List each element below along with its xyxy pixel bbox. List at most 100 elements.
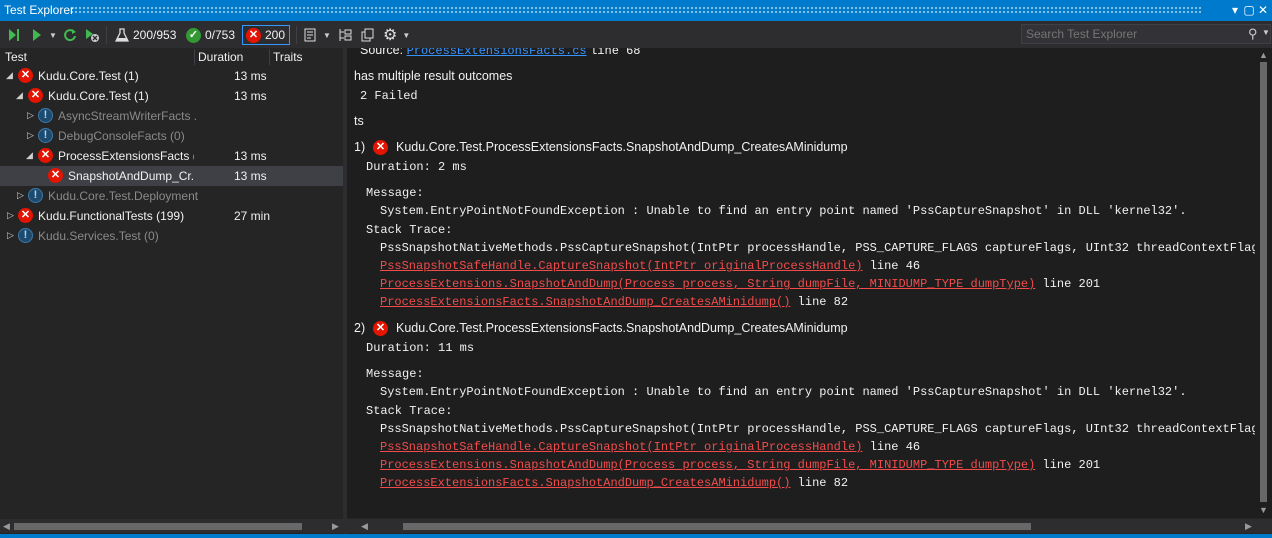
stack-frame: PssSnapshotSafeHandle.CaptureSnapshot(In… — [380, 259, 920, 273]
scroll-right-icon[interactable]: ▶ — [1245, 519, 1252, 533]
tree-row-label: SnapshotAndDump_Cr... — [68, 169, 194, 183]
column-divider[interactable] — [194, 49, 195, 65]
column-header-test[interactable]: Test — [5, 48, 27, 66]
tree-row-duration: 13 ms — [234, 89, 267, 103]
refresh-button[interactable] — [62, 25, 78, 45]
tree-row-label: Kudu.Core.Test (1) — [38, 69, 139, 83]
stack-frame-line: line 46 — [869, 440, 921, 454]
tree-row-processextensionsfacts[interactable]: ◢ ✕ ProcessExtensionsFacts (... 13 ms — [0, 146, 343, 166]
tree-row-duration: 13 ms — [234, 69, 267, 83]
playlist-dropdown-icon[interactable]: ▼ — [323, 31, 331, 40]
not-run-icon: ! — [38, 128, 53, 143]
drag-grip[interactable] — [70, 6, 1202, 14]
stack-frame-line: line 82 — [797, 295, 849, 309]
failed-icon: ✕ — [48, 168, 63, 183]
cancel-run-button[interactable] — [84, 25, 100, 45]
result-name: Kudu.Core.Test.ProcessExtensionsFacts.Sn… — [396, 321, 848, 335]
tree-horizontal-scrollbar[interactable]: ◀ ▶ — [0, 519, 343, 533]
settings-button[interactable]: ⚙ ▼ — [383, 25, 410, 45]
scroll-down-icon[interactable]: ▼ — [1259, 505, 1268, 515]
refresh-icon — [64, 29, 76, 42]
stack-frame-link[interactable]: PssSnapshotSafeHandle.CaptureSnapshot(In… — [380, 440, 862, 454]
copy-button[interactable] — [360, 25, 376, 45]
source-file-link[interactable]: ProcessExtensionsFacts.cs — [407, 48, 587, 58]
cancel-run-icon — [86, 29, 99, 42]
expand-arrow-icon[interactable]: ▷ — [27, 110, 34, 121]
failed-icon: ✕ — [373, 140, 388, 155]
run-button[interactable]: ▼ — [30, 25, 57, 45]
failed-icon: ✕ — [18, 68, 33, 83]
multiple-outcomes-text: has multiple result outcomes — [354, 69, 513, 83]
stack-frame-line: line 201 — [1042, 458, 1101, 472]
failed-tests-filter[interactable]: ✕ 200 — [242, 25, 290, 45]
collapse-arrow-icon[interactable]: ◢ — [6, 70, 13, 81]
stack-frame-link[interactable]: ProcessExtensions.SnapshotAndDump(Proces… — [380, 458, 1035, 472]
run-dropdown-icon[interactable]: ▼ — [49, 31, 57, 40]
run-all-button[interactable] — [6, 25, 22, 45]
tree-row-kudu-services-test[interactable]: ▷ ! Kudu.Services.Test (0) — [0, 226, 343, 246]
collapse-arrow-icon[interactable]: ◢ — [26, 150, 33, 161]
search-dropdown-icon[interactable]: ▼ — [1262, 28, 1270, 37]
tree-row-debugconsolefacts[interactable]: ▷ ! DebugConsoleFacts (0) — [0, 126, 343, 146]
tree-row-label: Kudu.FunctionalTests (199) — [38, 209, 185, 223]
scroll-up-icon[interactable]: ▲ — [1259, 50, 1268, 60]
gear-icon: ⚙ — [383, 27, 398, 44]
column-header-traits[interactable]: Traits — [273, 48, 303, 66]
stack-frame-link[interactable]: ProcessExtensionsFacts.SnapshotAndDump_C… — [380, 295, 790, 309]
close-icon[interactable]: ✕ — [1255, 2, 1271, 18]
tree-row-kudu-functionaltests[interactable]: ▷ ✕ Kudu.FunctionalTests (199) 27 min — [0, 206, 343, 226]
tree-row-label: DebugConsoleFacts (0) — [58, 129, 185, 143]
tree-row-asyncstreamwriterfacts[interactable]: ▷ ! AsyncStreamWriterFacts ... — [0, 106, 343, 126]
scroll-left-icon[interactable]: ◀ — [3, 519, 10, 533]
search-input[interactable] — [1026, 27, 1241, 41]
stack-trace-label: Stack Trace: — [366, 223, 453, 237]
test-detail-pane: Source: ProcessExtensionsFacts.cs line 6… — [347, 48, 1255, 518]
scroll-right-icon[interactable]: ▶ — [332, 519, 339, 533]
tree-row-kudu-core-test-deployment[interactable]: ▷ ! Kudu.Core.Test.Deployment — [0, 186, 343, 206]
detail-vertical-scrollbar[interactable]: ▲ ▼ — [1255, 48, 1272, 518]
expand-arrow-icon[interactable]: ▷ — [7, 210, 14, 221]
stack-frame: ProcessExtensionsFacts.SnapshotAndDump_C… — [380, 295, 848, 309]
toolbar-separator — [296, 26, 297, 44]
stack-frame-link[interactable]: PssSnapshotSafeHandle.CaptureSnapshot(In… — [380, 259, 862, 273]
scrollbar-thumb[interactable] — [403, 523, 1031, 530]
tree-row-duration: 13 ms — [234, 149, 267, 163]
failed-icon: ✕ — [246, 27, 261, 43]
settings-dropdown-icon[interactable]: ▼ — [402, 31, 410, 40]
expand-arrow-icon[interactable]: ▷ — [27, 130, 34, 141]
hierarchy-icon — [339, 29, 352, 41]
scroll-left-icon[interactable]: ◀ — [361, 519, 368, 533]
playlist-button[interactable]: ▼ — [303, 25, 331, 45]
search-box[interactable]: ⚲ ▼ — [1021, 24, 1271, 44]
source-label: Source: — [360, 48, 404, 57]
stack-frame: PssSnapshotNativeMethods.PssCaptureSnaps… — [380, 241, 1255, 255]
detail-horizontal-scrollbar[interactable]: ◀ ▶ — [347, 519, 1272, 533]
stack-frame: ProcessExtensions.SnapshotAndDump(Proces… — [380, 458, 1100, 472]
tree-row-snapshotanddump[interactable]: ✕ SnapshotAndDump_Cr... 13 ms — [0, 166, 343, 186]
collapse-arrow-icon[interactable]: ◢ — [16, 90, 23, 101]
stack-frame: PssSnapshotSafeHandle.CaptureSnapshot(In… — [380, 440, 920, 454]
column-divider[interactable] — [269, 49, 270, 65]
group-by-button[interactable] — [337, 25, 353, 45]
scrollbar-thumb[interactable] — [1260, 62, 1267, 502]
result-duration: Duration: 2 ms — [366, 160, 467, 174]
tree-row-kudu-core-test-namespace[interactable]: ◢ ✕ Kudu.Core.Test (1) 13 ms — [0, 86, 343, 106]
scrollbar-thumb[interactable] — [14, 523, 302, 530]
failed-count: 200 — [265, 28, 286, 42]
expand-arrow-icon[interactable]: ▷ — [7, 230, 14, 241]
tree-row-label: Kudu.Services.Test (0) — [38, 229, 159, 243]
bottom-tab-strip — [0, 534, 1272, 538]
stack-frame-link[interactable]: ProcessExtensionsFacts.SnapshotAndDump_C… — [380, 476, 790, 490]
failed-icon: ✕ — [18, 208, 33, 223]
expand-arrow-icon[interactable]: ▷ — [17, 190, 24, 201]
column-header-duration[interactable]: Duration — [198, 48, 243, 66]
total-tests-filter[interactable]: 200/953 — [114, 25, 176, 45]
passed-count: 0/753 — [205, 28, 236, 42]
tree-row-kudu-core-test-project[interactable]: ◢ ✕ Kudu.Core.Test (1) 13 ms — [0, 66, 343, 86]
stack-frame-link[interactable]: ProcessExtensions.SnapshotAndDump(Proces… — [380, 277, 1035, 291]
search-icon[interactable]: ⚲ — [1248, 26, 1258, 42]
flask-icon — [114, 28, 130, 42]
stack-frame: ProcessExtensions.SnapshotAndDump(Proces… — [380, 277, 1100, 291]
passed-tests-filter[interactable]: ✓ 0/753 — [186, 25, 235, 45]
message-label: Message: — [366, 367, 424, 381]
